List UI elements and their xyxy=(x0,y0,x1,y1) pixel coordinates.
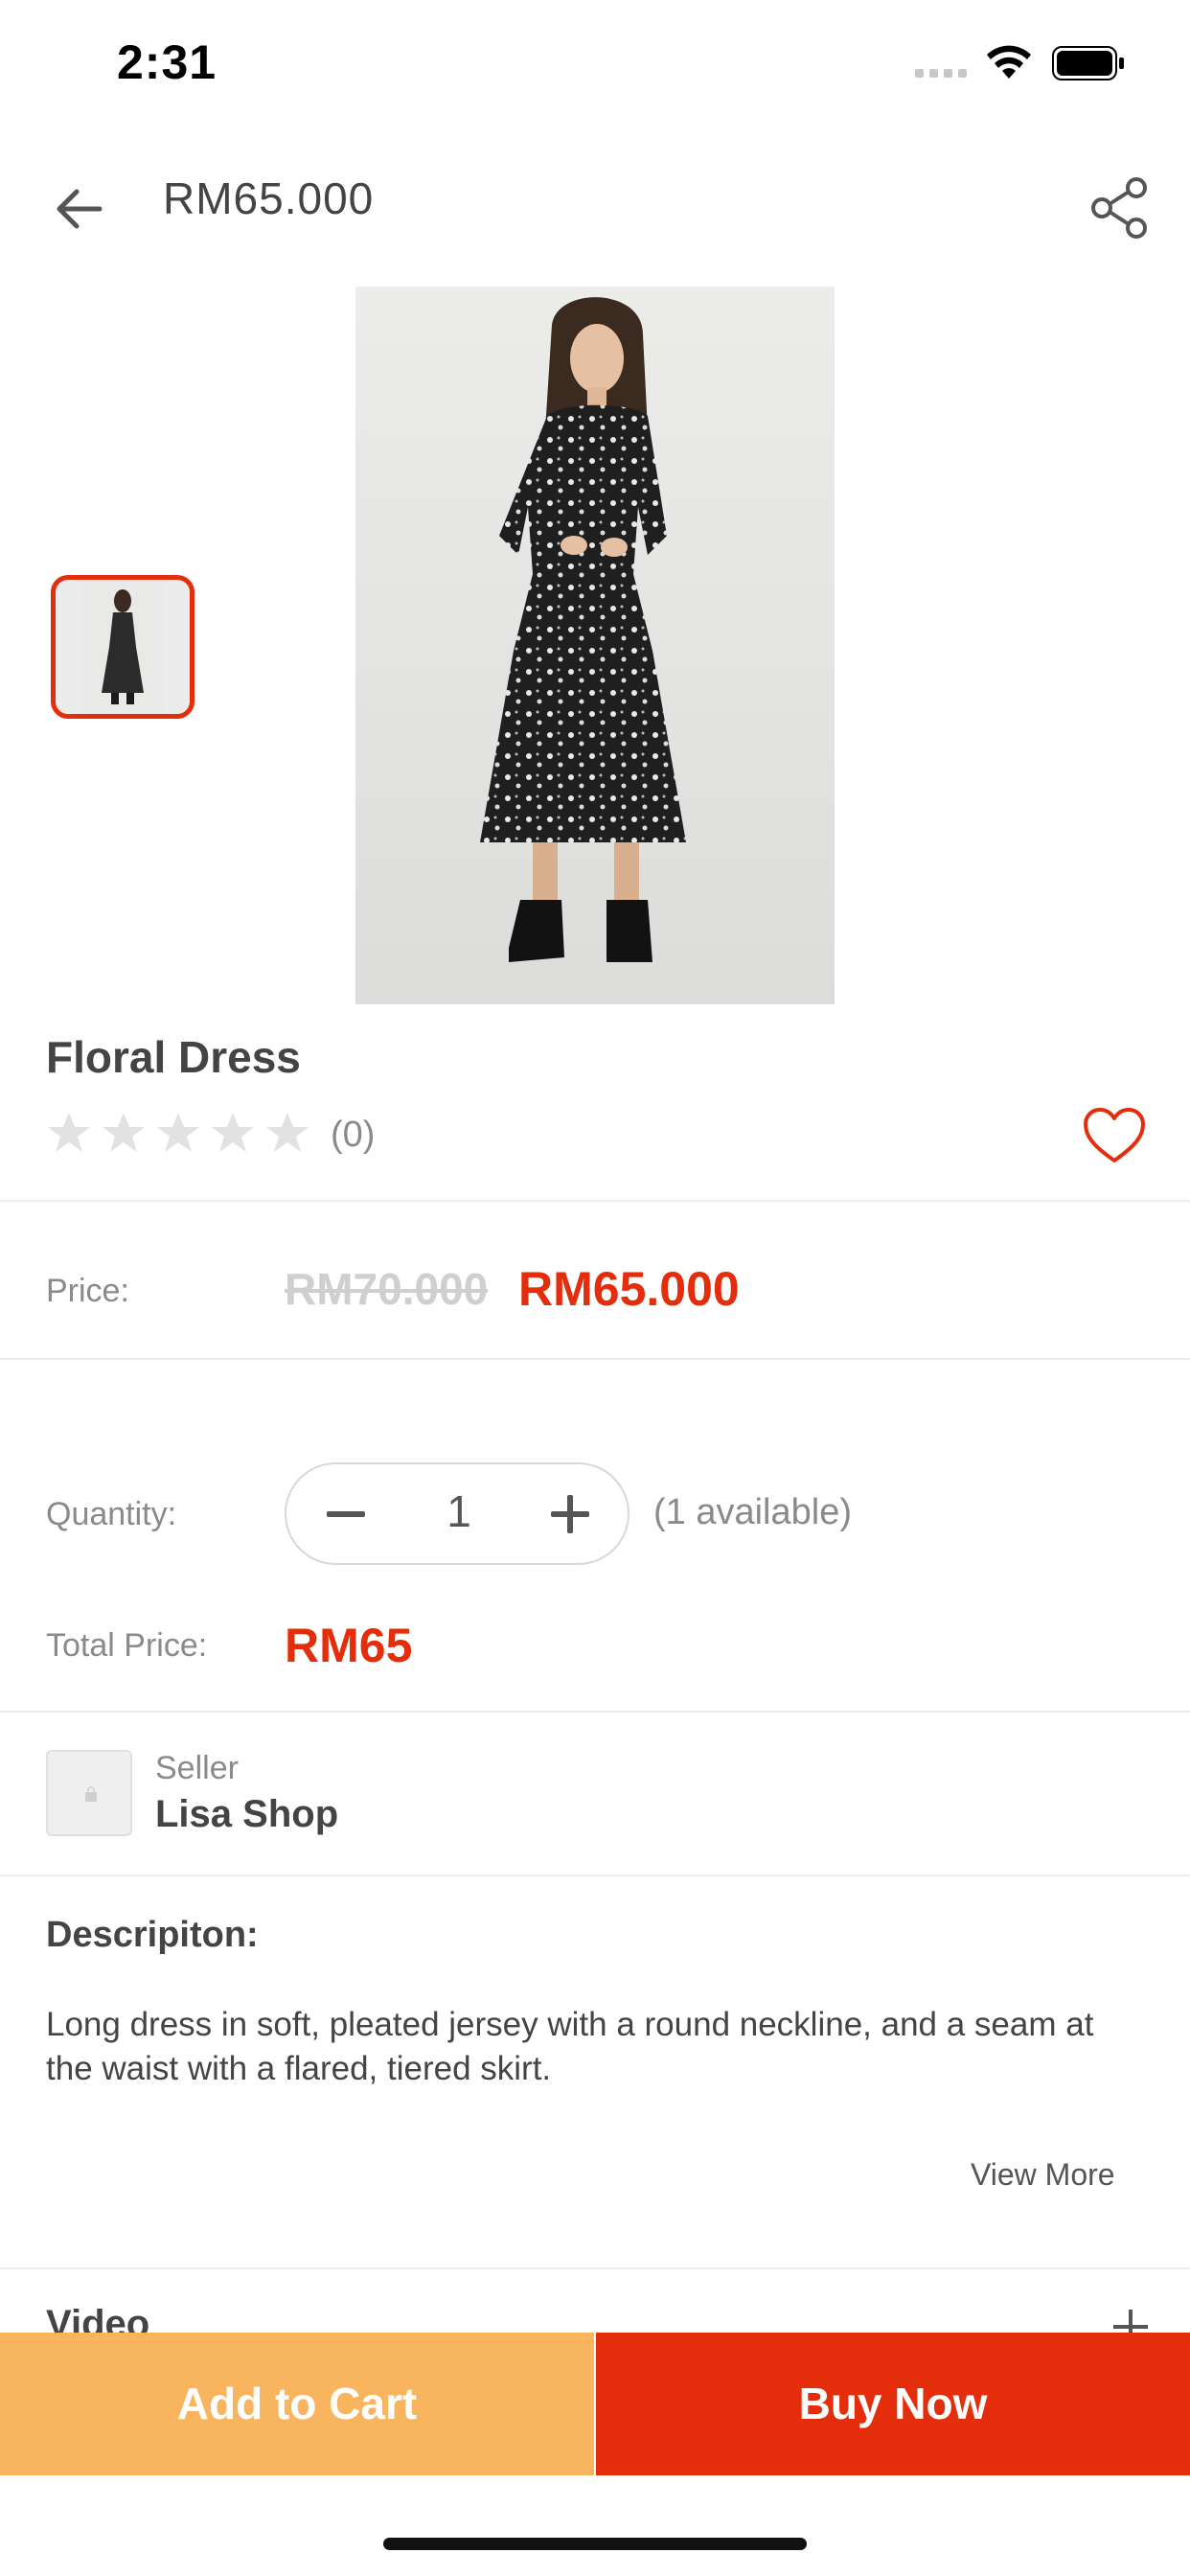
divider xyxy=(0,2267,1190,2269)
star-icon xyxy=(266,1113,309,1152)
shop-bag-icon xyxy=(85,1786,97,1802)
product-main-image[interactable] xyxy=(355,287,835,1004)
seller-avatar[interactable] xyxy=(46,1750,132,1836)
battery-icon xyxy=(1052,46,1124,80)
buy-now-button[interactable]: Buy Now xyxy=(596,2333,1190,2475)
home-indicator[interactable] xyxy=(383,2538,807,2550)
star-icon xyxy=(48,1113,90,1152)
view-more-link[interactable]: View More xyxy=(971,2157,1115,2193)
seller-label: Seller xyxy=(155,1750,239,1786)
divider xyxy=(0,1874,1190,1876)
available-stock: (1 available) xyxy=(653,1492,852,1532)
bottom-safe-area xyxy=(0,2475,1190,2576)
star-icon xyxy=(157,1113,199,1152)
divider xyxy=(0,1358,1190,1360)
top-bar: RM65.000 xyxy=(0,144,1190,268)
total-price: RM65 xyxy=(285,1619,413,1672)
share-icon[interactable] xyxy=(1090,176,1150,240)
cellular-signal-icon xyxy=(915,69,967,78)
rating-count: (0) xyxy=(331,1115,376,1155)
product-title: Floral Dress xyxy=(46,1032,301,1082)
current-price: RM65.000 xyxy=(518,1262,740,1316)
page-title: RM65.000 xyxy=(163,173,375,223)
status-bar: 2:31 xyxy=(0,0,1190,134)
rating-stars xyxy=(46,1110,310,1156)
arrow-left-icon[interactable] xyxy=(50,180,107,238)
dress-thumbnail-image xyxy=(80,580,165,714)
add-to-cart-label: Add to Cart xyxy=(176,2379,418,2428)
original-price: RM70.000 xyxy=(285,1264,489,1314)
seller-name[interactable]: Lisa Shop xyxy=(155,1793,338,1836)
product-thumbnail[interactable] xyxy=(51,575,195,719)
wifi-icon xyxy=(987,45,1031,79)
total-price-label: Total Price: xyxy=(46,1627,208,1664)
add-to-cart-button[interactable]: Add to Cart xyxy=(0,2333,594,2475)
divider xyxy=(0,1200,1190,1202)
plus-icon[interactable] xyxy=(547,1491,593,1537)
description-text: Long dress in soft, pleated jersey with … xyxy=(46,2006,1094,2087)
star-icon xyxy=(212,1113,254,1152)
divider xyxy=(0,1711,1190,1713)
status-time: 2:31 xyxy=(117,35,217,89)
heart-outline-icon[interactable] xyxy=(1083,1107,1146,1164)
price-label: Price: xyxy=(46,1273,129,1309)
buy-now-label: Buy Now xyxy=(798,2379,988,2428)
quantity-label: Quantity: xyxy=(46,1496,177,1532)
star-icon xyxy=(103,1113,145,1152)
dress-photo xyxy=(355,287,835,1004)
description-title: Descripiton: xyxy=(46,1915,259,1955)
quantity-stepper: 1 xyxy=(285,1462,629,1565)
